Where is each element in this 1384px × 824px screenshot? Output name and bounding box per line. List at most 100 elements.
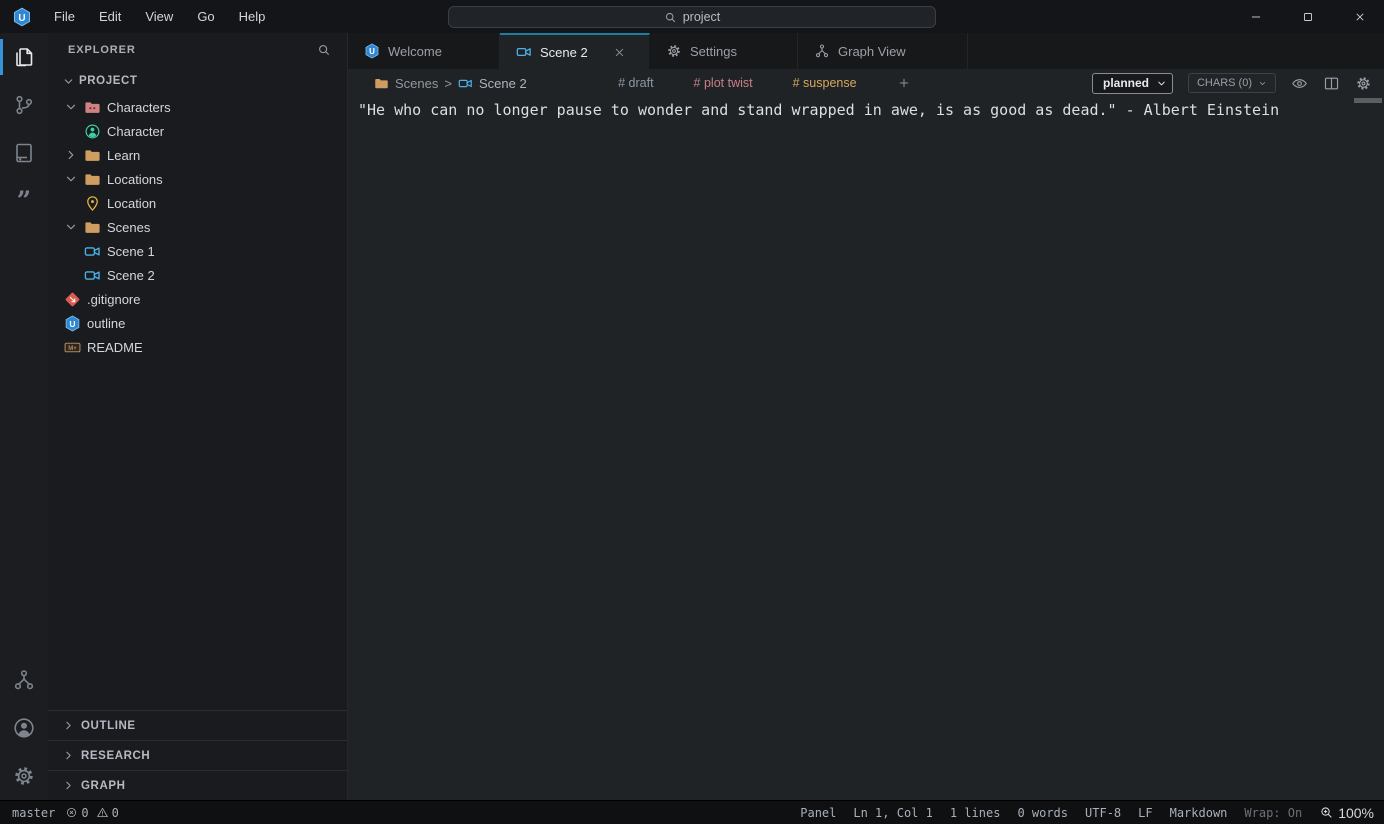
tree-item-scenes[interactable]: Scenes (48, 215, 347, 239)
tab-label: Settings (690, 44, 737, 59)
minimize-button[interactable] (1248, 9, 1264, 25)
panel-research[interactable]: RESEARCH (48, 740, 347, 770)
menu-edit[interactable]: Edit (87, 0, 133, 33)
chevron-down-icon (62, 75, 75, 88)
toolbar-right: planned CHARS (0) (1092, 73, 1372, 94)
tag-plot-twist[interactable]: # plot twist (694, 76, 753, 90)
activity-source-control-button[interactable] (0, 81, 48, 129)
add-tag-icon[interactable] (897, 76, 911, 90)
editor-group: Welcome Scene 2 Settings Graph View Scen… (348, 33, 1384, 800)
git-file-icon (64, 291, 86, 308)
menu-bar: File Edit View Go Help (42, 0, 277, 33)
preview-eye-icon[interactable] (1291, 75, 1308, 92)
eol-item[interactable]: LF (1138, 806, 1152, 820)
menu-help[interactable]: Help (227, 0, 278, 33)
error-icon (65, 806, 78, 819)
chars-count-button[interactable]: CHARS (0) (1188, 73, 1276, 93)
window-controls (1248, 9, 1384, 25)
zoom-level-item[interactable]: 100% (1319, 805, 1374, 821)
problems-item[interactable]: 0 0 (65, 806, 118, 820)
tab-welcome[interactable]: Welcome (348, 33, 500, 69)
graph-icon (12, 668, 36, 692)
zoom-value: 100% (1338, 805, 1374, 821)
explorer-search-icon[interactable] (317, 43, 331, 57)
tree-item-label: Characters (106, 100, 171, 115)
tree-item-locations[interactable]: Locations (48, 167, 347, 191)
command-palette-search[interactable]: project (448, 6, 936, 28)
sidebar-bottom-panels: OUTLINE RESEARCH GRAPH (48, 710, 347, 800)
tab-label: Graph View (838, 44, 906, 59)
activity-settings-button[interactable] (0, 752, 48, 800)
search-value: project (683, 10, 721, 24)
tree-item-learn[interactable]: Learn (48, 143, 347, 167)
breadcrumb-separator: > (444, 76, 452, 91)
panel-toggle-item[interactable]: Panel (800, 806, 836, 820)
close-tab-icon[interactable] (612, 45, 627, 60)
minimize-icon (1249, 10, 1263, 24)
panel-label: GRAPH (81, 780, 126, 792)
menu-go[interactable]: Go (185, 0, 226, 33)
split-editor-icon[interactable] (1323, 75, 1340, 92)
scene-status-select[interactable]: planned (1092, 73, 1173, 94)
cursor-position-item[interactable]: Ln 1, Col 1 (853, 806, 932, 820)
panel-graph[interactable]: GRAPH (48, 770, 347, 800)
app-logo-icon (364, 43, 380, 59)
tree-item-label: Scenes (106, 220, 150, 235)
tree-item-label: .gitignore (86, 292, 140, 307)
project-title: PROJECT (79, 75, 138, 87)
breadcrumb-file[interactable]: Scene 2 (479, 76, 527, 91)
line-count-item: 1 lines (950, 806, 1001, 820)
close-button[interactable] (1352, 9, 1368, 25)
menu-view[interactable]: View (133, 0, 185, 33)
file-tree: Characters Character Learn Locations Loc… (48, 95, 347, 359)
menu-file[interactable]: File (42, 0, 87, 33)
breadcrumb[interactable]: Scenes > Scene 2 (374, 76, 527, 91)
tree-item-scene-1[interactable]: Scene 1 (48, 239, 347, 263)
editor-text-line[interactable]: "He who can no longer pause to wonder an… (358, 101, 1374, 119)
wrap-item[interactable]: Wrap: On (1244, 806, 1302, 820)
activity-explorer-button[interactable] (0, 33, 48, 81)
tree-item-characters[interactable]: Characters (48, 95, 347, 119)
tree-item-gitignore[interactable]: .gitignore (48, 287, 347, 311)
status-right: Panel Ln 1, Col 1 1 lines 0 words UTF-8 … (800, 805, 1374, 821)
tree-item-label: Location (106, 196, 156, 211)
editor-settings-gear-icon[interactable] (1355, 75, 1372, 92)
tab-graph-view[interactable]: Graph View (798, 33, 968, 69)
folder-icon (84, 147, 106, 164)
folder-icon (84, 219, 106, 236)
project-section-header[interactable]: PROJECT (48, 67, 347, 95)
tree-item-label: README (86, 340, 143, 355)
tree-item-scene-2[interactable]: Scene 2 (48, 263, 347, 287)
panel-outline[interactable]: OUTLINE (48, 710, 347, 740)
gear-icon (666, 43, 682, 59)
tree-item-readme[interactable]: README (48, 335, 347, 359)
files-icon (12, 45, 36, 69)
tab-settings[interactable]: Settings (650, 33, 798, 69)
encoding-item[interactable]: UTF-8 (1085, 806, 1121, 820)
scene-status-select-wrap: planned (1092, 73, 1173, 94)
tree-item-character[interactable]: Character (48, 119, 347, 143)
chevron-down-icon (64, 99, 84, 115)
scrollbar-thumb[interactable] (1354, 98, 1382, 103)
maximize-icon (1301, 10, 1315, 24)
title-bar: File Edit View Go Help project (0, 0, 1384, 33)
chevron-right-icon (62, 749, 75, 762)
maximize-button[interactable] (1300, 9, 1316, 25)
editor-pane[interactable]: "He who can no longer pause to wonder an… (348, 97, 1384, 800)
activity-graph-button[interactable] (0, 656, 48, 704)
tag-list: # draft # plot twist # suspense (618, 76, 1000, 90)
git-branch-item[interactable]: master (12, 806, 55, 820)
tag-suspense[interactable]: # suspense (793, 76, 857, 90)
chevron-right-icon (62, 719, 75, 732)
activity-notebook-button[interactable] (0, 129, 48, 177)
activity-account-button[interactable] (0, 704, 48, 752)
tree-item-outline[interactable]: outline (48, 311, 347, 335)
tab-label: Scene 2 (540, 45, 588, 60)
scene-camera-icon (516, 44, 532, 60)
activity-quotes-button[interactable]: ” (0, 177, 48, 225)
tree-item-location[interactable]: Location (48, 191, 347, 215)
language-mode-item[interactable]: Markdown (1170, 806, 1228, 820)
tag-draft[interactable]: # draft (618, 76, 653, 90)
breadcrumb-folder[interactable]: Scenes (395, 76, 438, 91)
tab-scene-2[interactable]: Scene 2 (500, 33, 650, 69)
